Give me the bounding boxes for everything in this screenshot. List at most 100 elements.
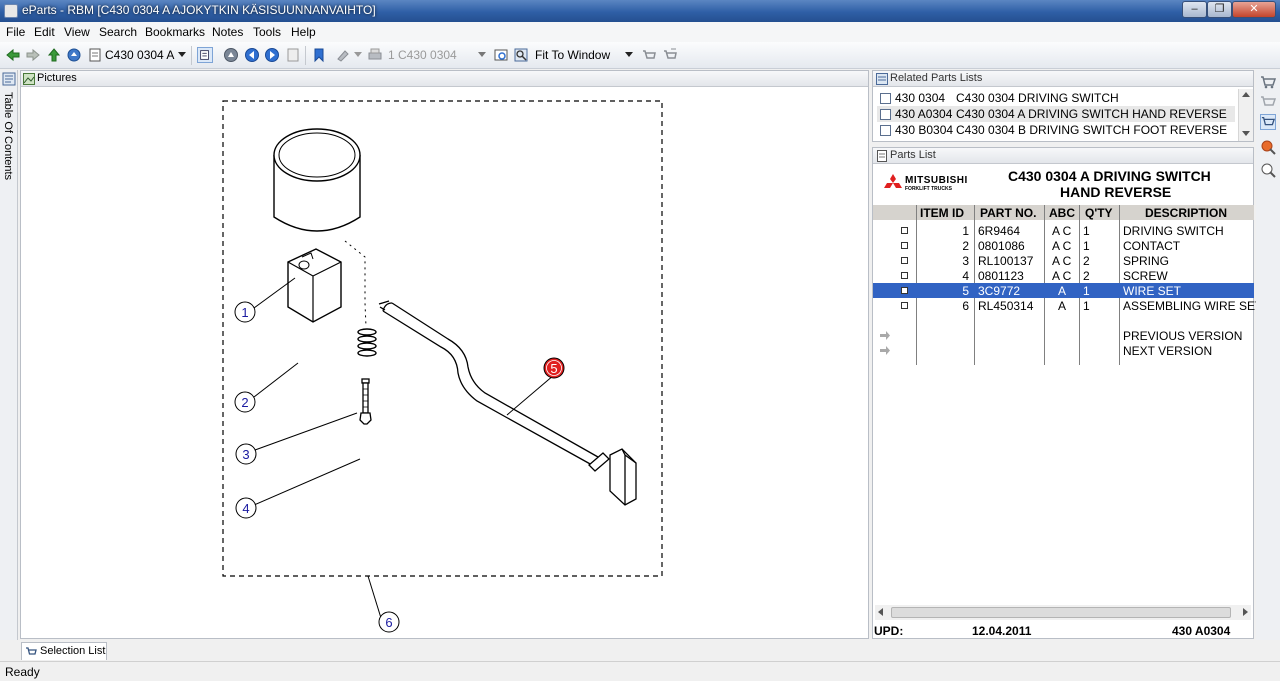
magnifier-icon[interactable]	[1260, 162, 1276, 178]
related-row-selected[interactable]: 430 A0304 C430 0304 A DRIVING SWITCH HAN…	[877, 106, 1235, 122]
selection-list-tab[interactable]: Selection List	[21, 642, 107, 660]
callout-1[interactable]: 1	[234, 301, 256, 323]
maximize-button[interactable]: ❐	[1207, 1, 1232, 18]
minimize-button[interactable]: –	[1182, 1, 1207, 18]
cart-remove-icon[interactable]	[662, 47, 678, 63]
callout-6[interactable]: 6	[378, 611, 400, 633]
arrow-right-icon	[880, 346, 890, 355]
sync-view-icon[interactable]	[197, 47, 213, 63]
menu-view[interactable]: View	[64, 25, 90, 39]
row-checkbox[interactable]	[901, 227, 908, 234]
mitsubishi-logo: MITSUBISHI FORKLIFT TRUCKS	[883, 174, 983, 194]
table-row[interactable]: 3 RL100137 A C 2 SPRING	[873, 253, 1254, 268]
scroll-up-icon[interactable]	[1242, 92, 1250, 97]
parts-list-icon	[877, 150, 887, 162]
menu-help[interactable]: Help	[291, 25, 316, 39]
page-selector-dropdown-icon[interactable]	[478, 52, 486, 57]
home-icon[interactable]	[66, 47, 82, 63]
row-checkbox[interactable]	[901, 272, 908, 279]
search-icon[interactable]	[1260, 139, 1276, 155]
highlight-icon[interactable]	[335, 47, 351, 63]
pictures-title: Pictures	[37, 72, 77, 84]
parts-footer: UPD: 12.04.2011 430 A0304	[873, 622, 1254, 639]
page-icon[interactable]	[285, 47, 301, 63]
part-spring-drawing[interactable]	[357, 328, 377, 357]
svg-text:1: 1	[241, 305, 248, 320]
related-row[interactable]: 430 B0304 C430 0304 B DRIVING SWITCH FOO…	[877, 122, 1235, 138]
previous-page-icon[interactable]	[223, 47, 239, 63]
col-abc[interactable]: ABC	[1049, 206, 1075, 220]
col-part-no[interactable]: PART NO.	[980, 206, 1036, 220]
pictures-header: Pictures	[21, 71, 868, 87]
table-row-selected[interactable]: 5 3C9772 A 1 WIRE SET	[873, 283, 1254, 298]
zoom-selector[interactable]: Fit To Window	[535, 48, 610, 62]
zoom-dropdown-icon[interactable]	[625, 52, 633, 57]
related-list-icon	[876, 73, 888, 85]
doc-selector[interactable]: C430 0304 A	[105, 48, 174, 62]
window-title: eParts - RBM [C430 0304 A AJOKYTKIN KÄSI…	[22, 3, 376, 17]
up-level-icon[interactable]	[46, 47, 62, 63]
forward-icon[interactable]	[25, 47, 41, 63]
next-version-link[interactable]: NEXT VERSION	[873, 343, 1254, 358]
doc-selector-dropdown-icon[interactable]	[178, 52, 186, 57]
scroll-right-icon[interactable]	[1243, 608, 1248, 616]
col-item-id[interactable]: ITEM ID	[920, 206, 964, 220]
selection-cart-icon[interactable]	[1260, 114, 1276, 130]
menu-edit[interactable]: Edit	[34, 25, 55, 39]
toc-side-tab[interactable]: Table Of Contents	[0, 70, 18, 640]
cart-add-icon[interactable]	[641, 47, 657, 63]
scrollbar-thumb[interactable]	[891, 607, 1231, 618]
close-button[interactable]: ✕	[1232, 1, 1276, 18]
update-date: 12.04.2011	[972, 624, 1032, 638]
print-icon[interactable]	[367, 47, 383, 63]
menu-file[interactable]: File	[6, 25, 25, 39]
fit-window-icon[interactable]	[513, 47, 529, 63]
scroll-left-icon[interactable]	[878, 608, 883, 616]
zoom-window-icon[interactable]	[493, 47, 509, 63]
callout-5-highlighted[interactable]: 5	[543, 357, 565, 379]
menu-notes[interactable]: Notes	[212, 25, 243, 39]
parts-horizontal-scrollbar[interactable]	[875, 605, 1251, 620]
cart-edit-icon[interactable]	[1260, 94, 1276, 110]
col-qty[interactable]: Q'TY	[1085, 206, 1113, 220]
part-cap-drawing[interactable]	[273, 128, 361, 232]
callout-2[interactable]: 2	[234, 391, 256, 413]
parts-title: Parts List	[890, 149, 936, 161]
menu-search[interactable]: Search	[99, 25, 137, 39]
next-item-icon[interactable]	[264, 47, 280, 63]
callout-3[interactable]: 3	[235, 443, 257, 465]
related-scrollbar[interactable]	[1238, 89, 1253, 141]
row-checkbox[interactable]	[901, 242, 908, 249]
list-code: 430 A0304	[1172, 624, 1231, 638]
exploded-parts-drawing[interactable]: 1 2 3 4 5 6	[21, 87, 868, 638]
svg-text:3: 3	[242, 447, 249, 462]
menu-bookmarks[interactable]: Bookmarks	[145, 25, 205, 39]
table-row[interactable]: 1 6R9464 A C 1 DRIVING SWITCH	[873, 223, 1254, 238]
part-contact-drawing[interactable]	[287, 248, 342, 323]
toc-tab-label[interactable]: Table Of Contents	[2, 92, 14, 180]
table-row[interactable]: 4 0801123 A C 2 SCREW	[873, 268, 1254, 283]
scroll-down-icon[interactable]	[1242, 131, 1250, 136]
previous-version-link[interactable]: PREVIOUS VERSION	[873, 328, 1254, 343]
page-selector[interactable]: 1 C430 0304	[388, 48, 457, 62]
row-checkbox[interactable]	[901, 302, 908, 309]
highlight-dropdown-icon[interactable]	[354, 52, 362, 57]
toc-icon[interactable]	[2, 72, 16, 86]
row-checkbox[interactable]	[901, 287, 908, 294]
related-row[interactable]: 430 0304 C430 0304 DRIVING SWITCH	[877, 90, 1235, 106]
col-description[interactable]: DESCRIPTION	[1145, 206, 1227, 220]
table-row[interactable]: 6 RL450314 A 1 ASSEMBLING WIRE SET	[873, 298, 1262, 313]
part-screw-drawing[interactable]	[359, 378, 372, 425]
part-wire-set-drawing[interactable]	[378, 300, 637, 506]
previous-item-icon[interactable]	[244, 47, 260, 63]
upd-label: UPD:	[874, 624, 904, 638]
callout-4[interactable]: 4	[235, 497, 257, 519]
row-checkbox[interactable]	[901, 257, 908, 264]
back-icon[interactable]	[5, 47, 21, 63]
arrow-right-icon	[880, 331, 890, 340]
menu-tools[interactable]: Tools	[253, 25, 281, 39]
bookmark-icon[interactable]	[311, 47, 327, 63]
table-row[interactable]: 2 0801086 A C 1 CONTACT	[873, 238, 1254, 253]
selection-list-label: Selection List	[40, 645, 106, 657]
cart-icon[interactable]	[1260, 74, 1276, 90]
